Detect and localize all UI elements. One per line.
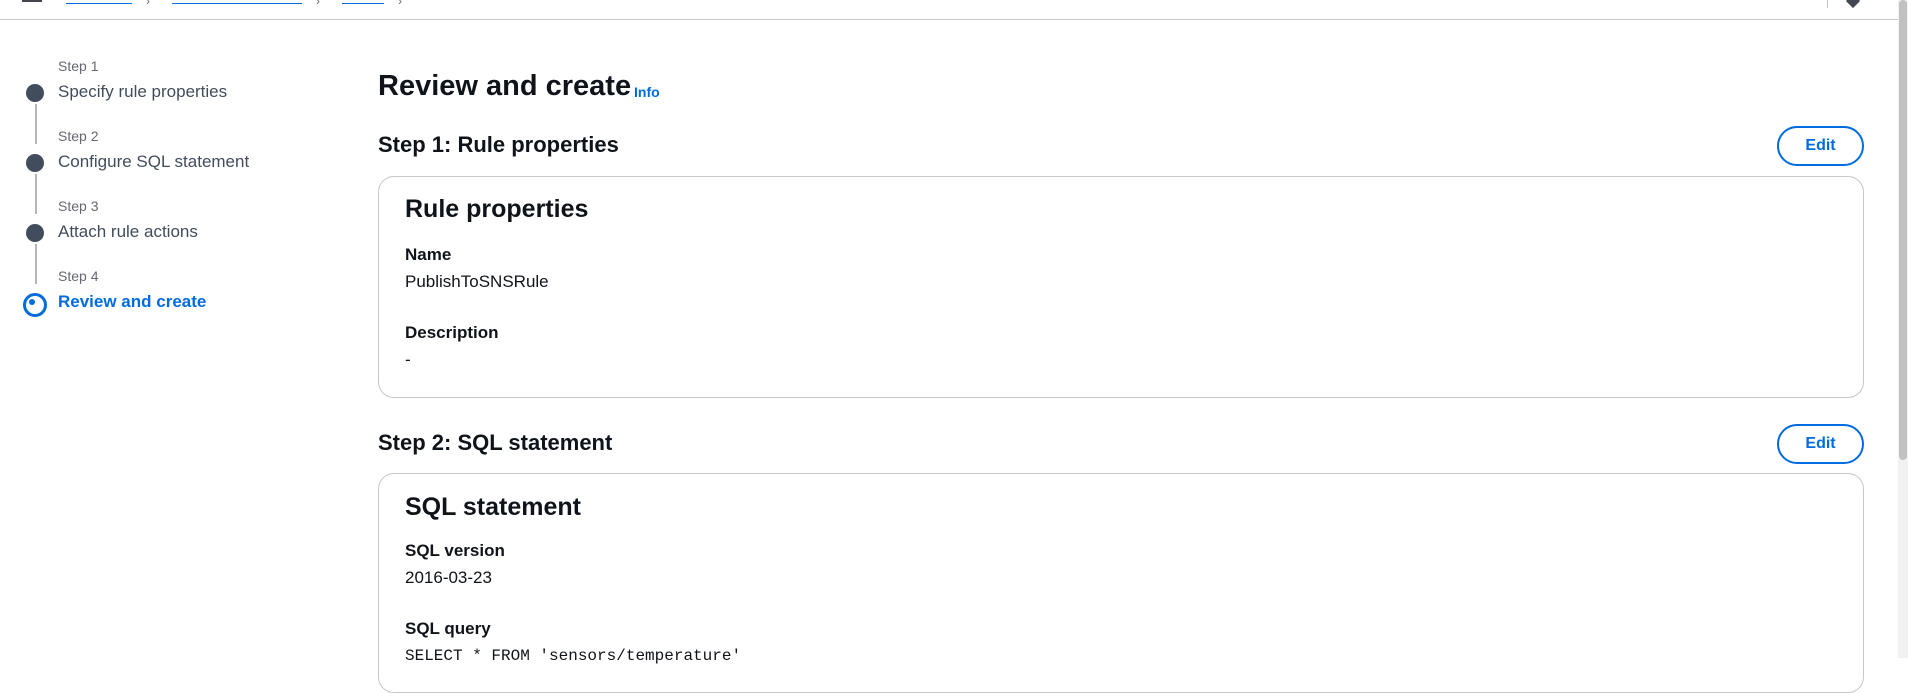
card-title: Rule properties [405,195,589,223]
step-status-icon [26,154,44,172]
wizard-step-3[interactable]: Step 3 Attach rule actions [0,196,330,284]
sql-query-value: SELECT * FROM 'sensors/temperature' [405,647,742,665]
breadcrumb-separator-icon: › [316,0,320,8]
edit-rule-properties-button[interactable]: Edit [1777,126,1864,166]
breadcrumb-link-1[interactable] [66,0,132,4]
breadcrumb-link-3[interactable] [342,0,384,4]
step-title[interactable]: Specify rule properties [58,82,227,102]
description-value: - [405,350,411,369]
sql-version-value: 2016-03-23 [405,568,492,587]
sql-version-label: SQL version [405,541,505,560]
breadcrumb-separator-icon: › [398,0,402,8]
step-status-icon [26,224,44,242]
step-status-icon [26,84,44,102]
card-title: SQL statement [405,493,581,521]
wizard-step-2[interactable]: Step 2 Configure SQL statement [0,126,330,214]
name-label: Name [405,245,452,264]
step-number: Step 3 [58,198,99,214]
description-label: Description [405,323,499,342]
rule-properties-card: Rule properties Name PublishToSNSRule De… [378,176,1864,398]
name-value: PublishToSNSRule [405,272,549,291]
step-number: Step 4 [58,268,99,284]
step-number: Step 2 [58,128,99,144]
step-title[interactable]: Review and create [58,292,206,312]
settings-icon[interactable] [1845,0,1861,9]
menu-icon[interactable] [22,0,42,3]
breadcrumb-separator-icon: › [146,0,150,8]
section-heading-rule-properties: Step 1: Rule properties [378,132,619,157]
step-current-icon [23,293,47,317]
step-title[interactable]: Configure SQL statement [58,152,249,172]
step-title[interactable]: Attach rule actions [58,222,198,242]
top-navigation-bar: › › › [0,0,1898,20]
section-heading-sql-statement: Step 2: SQL statement [378,430,613,455]
breadcrumb-link-2[interactable] [172,0,302,4]
scrollbar-thumb[interactable] [1899,0,1907,460]
sql-query-label: SQL query [405,619,491,638]
info-link[interactable]: Info [634,84,660,100]
topbar-divider [1827,0,1828,8]
wizard-step-1[interactable]: Step 1 Specify rule properties [0,56,330,144]
edit-sql-statement-button[interactable]: Edit [1777,424,1864,464]
page-title: Review and create [378,70,632,102]
scrollbar[interactable] [1898,0,1908,658]
wizard-step-4[interactable]: Step 4 Review and create [0,266,330,326]
step-number: Step 1 [58,58,99,74]
sql-statement-card: SQL statement SQL version 2016-03-23 SQL… [378,473,1864,693]
